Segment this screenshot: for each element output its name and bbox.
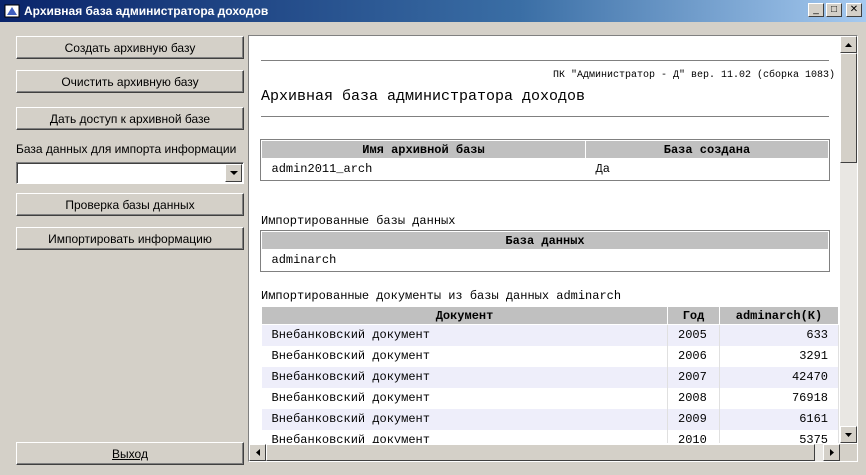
horizontal-scrollbar[interactable] bbox=[249, 444, 840, 461]
imported-dbs-label: Импортированные базы данных bbox=[261, 214, 456, 228]
app-icon bbox=[4, 3, 20, 19]
dropdown-button[interactable] bbox=[225, 164, 242, 182]
version-info: ПК "Администратор - Д" вер. 11.02 (сборк… bbox=[552, 70, 835, 81]
cell-value: 633 bbox=[719, 324, 839, 346]
imported-dbs-table: База данных adminarch bbox=[260, 230, 830, 272]
cell-year: 2005 bbox=[667, 324, 720, 346]
exit-button[interactable]: Выход bbox=[16, 442, 244, 465]
import-db-label: База данных для импорта информации bbox=[16, 142, 237, 156]
cell-document: Внебанковский документ bbox=[261, 366, 668, 388]
table-row: adminarch bbox=[262, 250, 829, 271]
cell-year: 2009 bbox=[667, 408, 720, 430]
cell-document: Внебанковский документ bbox=[261, 408, 668, 430]
cell-value: 42470 bbox=[719, 366, 839, 388]
import-db-select[interactable] bbox=[16, 162, 244, 184]
arrow-up-icon bbox=[845, 42, 852, 47]
cell-year: 2010 bbox=[667, 429, 720, 443]
maximize-icon: □ bbox=[830, 4, 838, 15]
docs-table: Документ Год adminarch(К) Внебанковский … bbox=[261, 306, 839, 443]
header-archive-name: Имя архивной базы bbox=[261, 140, 586, 159]
cell-document: Внебанковский документ bbox=[261, 324, 668, 346]
imported-docs-label: Импортированные документы из базы данных… bbox=[261, 289, 622, 303]
title-bar[interactable]: Архивная база администратора доходов _ □… bbox=[0, 0, 866, 22]
cell-value: 76918 bbox=[719, 387, 839, 409]
cell-value: 6161 bbox=[719, 408, 839, 430]
cell-database: adminarch bbox=[271, 253, 337, 268]
header-adminarch: adminarch(К) bbox=[719, 306, 839, 325]
archive-table: Имя архивной базы База создана admin2011… bbox=[260, 139, 830, 181]
create-archive-button[interactable]: Создать архивную базу bbox=[16, 36, 244, 59]
vertical-scroll-thumb[interactable] bbox=[840, 53, 857, 163]
table-row: Внебанковский документ 2009 6161 bbox=[261, 408, 839, 430]
window-controls: _ □ ✕ bbox=[808, 3, 862, 17]
horizontal-scroll-thumb[interactable] bbox=[266, 444, 815, 461]
table-row: Внебанковский документ 2006 3291 bbox=[261, 345, 839, 367]
header-created: База создана bbox=[585, 140, 829, 159]
scroll-left-button[interactable] bbox=[249, 444, 266, 461]
close-button[interactable]: ✕ bbox=[846, 3, 862, 17]
cell-document: Внебанковский документ bbox=[261, 387, 668, 409]
maximize-button[interactable]: □ bbox=[826, 3, 842, 17]
table-row: Внебанковский документ 2008 76918 bbox=[261, 387, 839, 409]
minimize-button[interactable]: _ bbox=[808, 3, 824, 17]
grant-access-button[interactable]: Дать доступ к архивной базе bbox=[16, 107, 244, 130]
vertical-scrollbar[interactable] bbox=[840, 36, 857, 443]
cell-year: 2006 bbox=[667, 345, 720, 367]
clear-archive-button[interactable]: Очистить архивную базу bbox=[16, 70, 244, 93]
scroll-right-button[interactable] bbox=[823, 444, 840, 461]
table-row: Внебанковский документ 2007 42470 bbox=[261, 366, 839, 388]
cell-created: Да bbox=[595, 162, 610, 177]
divider bbox=[261, 116, 829, 117]
scroll-down-button[interactable] bbox=[840, 426, 857, 443]
header-document: Документ bbox=[261, 306, 668, 325]
report-content: ПК "Администратор - Д" вер. 11.02 (сборк… bbox=[249, 36, 839, 443]
header-year: Год bbox=[667, 306, 720, 325]
arrow-right-icon bbox=[829, 449, 834, 456]
cell-value: 5375 bbox=[719, 429, 839, 443]
table-row: admin2011_arch Да bbox=[262, 159, 829, 180]
cell-year: 2008 bbox=[667, 387, 720, 409]
table-row: Внебанковский документ 2005 633 bbox=[261, 324, 839, 346]
cell-value: 3291 bbox=[719, 345, 839, 367]
cell-archive-name: admin2011_arch bbox=[271, 162, 373, 177]
divider bbox=[261, 60, 829, 61]
check-db-button[interactable]: Проверка базы данных bbox=[16, 193, 244, 216]
import-info-button[interactable]: Импортировать информацию bbox=[16, 227, 244, 250]
report-title: Архивная база администратора доходов bbox=[261, 88, 586, 105]
arrow-down-icon bbox=[845, 432, 852, 437]
header-database: База данных bbox=[261, 231, 829, 250]
window-title: Архивная база администратора доходов bbox=[24, 4, 269, 18]
report-view[interactable]: ПК "Администратор - Д" вер. 11.02 (сборк… bbox=[248, 35, 858, 462]
scroll-up-button[interactable] bbox=[840, 36, 857, 53]
arrow-left-icon bbox=[255, 449, 260, 456]
close-icon: ✕ bbox=[849, 4, 859, 15]
minimize-icon: _ bbox=[813, 4, 819, 15]
cell-year: 2007 bbox=[667, 366, 720, 388]
table-row: Внебанковский документ 2010 5375 bbox=[261, 429, 839, 443]
scroll-corner bbox=[840, 444, 857, 461]
chevron-down-icon bbox=[229, 170, 238, 175]
cell-document: Внебанковский документ bbox=[261, 429, 668, 443]
cell-document: Внебанковский документ bbox=[261, 345, 668, 367]
